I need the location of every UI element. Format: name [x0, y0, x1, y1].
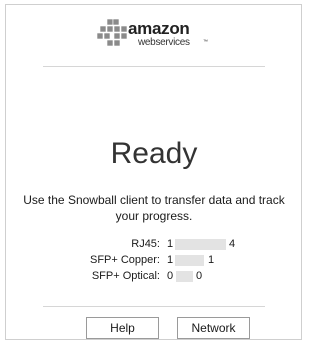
logo-wordmark: amazon [128, 19, 190, 38]
port-start-value: 0 [167, 270, 174, 282]
aws-logo: amazon webservices ™ [97, 17, 217, 55]
aws-cubes-icon [97, 19, 127, 47]
redacted-value [176, 271, 193, 282]
port-row-sfp-copper: SFP+ Copper: 1 1 [0, 253, 308, 267]
top-divider [43, 66, 265, 67]
status-title: Ready [110, 137, 198, 170]
port-row-rj45: RJ45: 1 4 [0, 237, 308, 251]
port-label: SFP+ Copper: [89, 254, 160, 266]
redacted-value [175, 239, 226, 250]
bottom-divider [43, 306, 265, 307]
logo-trademark: ™ [203, 39, 208, 45]
port-label: RJ45: [131, 238, 160, 250]
port-end-value: 1 [208, 254, 215, 266]
port-end-value: 4 [229, 238, 236, 250]
redacted-value [175, 255, 204, 266]
port-start-value: 1 [167, 254, 174, 266]
port-row-sfp-optical: SFP+ Optical: 0 0 [0, 269, 308, 283]
status-message: Use the Snowball client to transfer data… [23, 193, 285, 223]
port-label: SFP+ Optical: [91, 270, 160, 282]
network-button[interactable]: Network [177, 317, 250, 339]
port-start-value: 1 [167, 238, 174, 250]
help-button[interactable]: Help [86, 317, 159, 339]
port-end-value: 0 [196, 270, 203, 282]
logo-subtitle: webservices [138, 37, 190, 48]
